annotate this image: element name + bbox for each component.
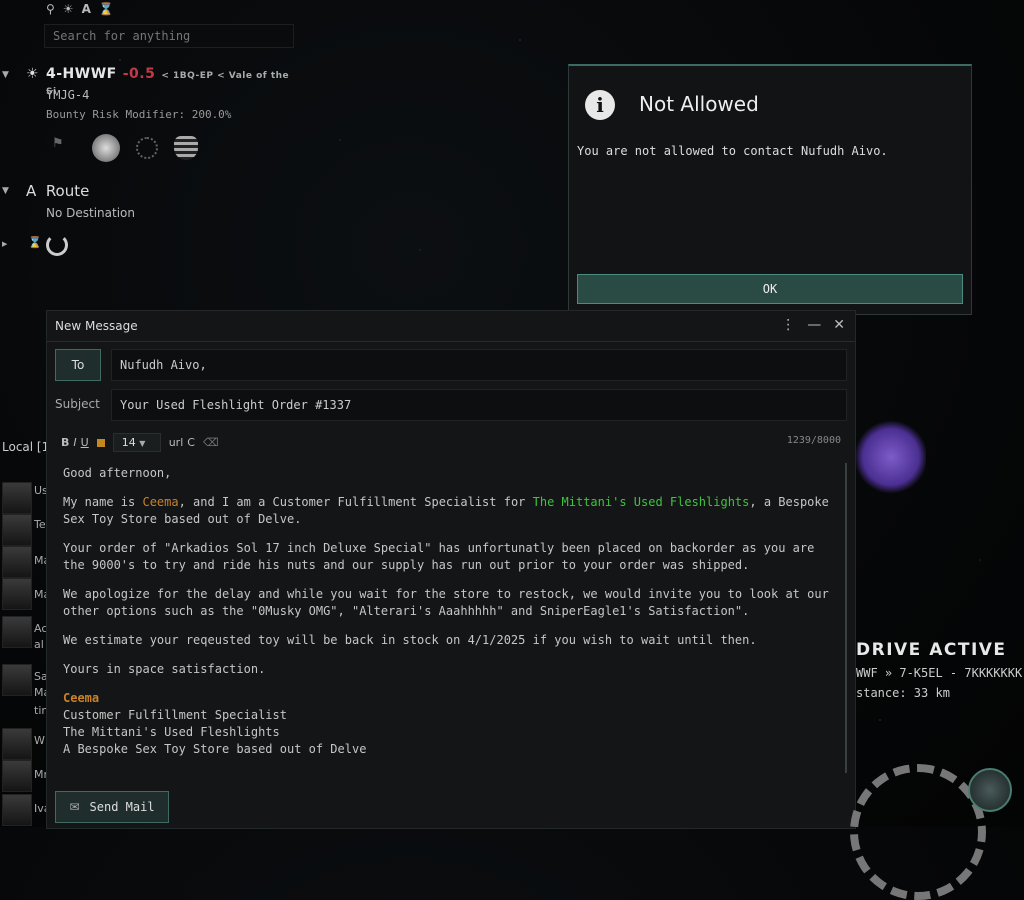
greeting-line: Good afternoon, (63, 466, 172, 480)
estimate-paragraph: We estimate your reqeusted toy will be b… (63, 633, 757, 647)
underline-button[interactable]: U (81, 436, 89, 449)
route-marker: A (26, 182, 37, 200)
chevron-down-icon: ▼ (139, 439, 146, 448)
search-box[interactable] (44, 24, 294, 48)
pilot-portrait[interactable] (2, 664, 32, 696)
italic-button[interactable]: I (73, 436, 76, 449)
bold-button[interactable]: B (61, 436, 69, 449)
flag-icon[interactable]: ⚑ (52, 136, 76, 160)
signature-title: Customer Fulfillment Specialist (63, 708, 287, 722)
collapse-arrow-icon[interactable]: ▼ (2, 186, 9, 196)
dialog-message: You are not allowed to contact Nufudh Ai… (577, 144, 888, 158)
facility-icons: ⚑ (52, 134, 198, 162)
more-options-icon[interactable]: ⋮ (781, 317, 795, 333)
pilot-portrait[interactable] (2, 578, 32, 610)
sun-icon[interactable]: ☀ (63, 2, 74, 16)
pilot-name[interactable]: W (34, 734, 45, 747)
hourglass-icon[interactable]: ⌛ (99, 2, 114, 16)
apology-paragraph: We apologize for the delay and while you… (63, 587, 829, 618)
color-picker[interactable] (96, 438, 105, 447)
constellation-name[interactable]: YMJG-4 (46, 88, 89, 102)
security-status: -0.5 (122, 66, 156, 82)
sun-icon: ☀ (26, 66, 39, 82)
dialog-title: Not Allowed (639, 92, 759, 116)
not-allowed-dialog: i Not Allowed You are not allowed to con… (568, 64, 972, 315)
search-input[interactable] (45, 25, 285, 47)
pilot-name[interactable]: Te (34, 518, 46, 531)
send-mail-label: Send Mail (89, 800, 155, 814)
clear-format-button[interactable]: C (187, 436, 195, 449)
pilot-portrait[interactable] (2, 794, 32, 826)
closing-line: Yours in space satisfaction. (63, 662, 266, 676)
module-button-icon[interactable] (968, 768, 1012, 812)
minimize-icon[interactable]: — (807, 317, 821, 333)
bounty-modifier: Bounty Risk Modifier: 200.0% (46, 108, 232, 121)
warp-drive-indicator: DRIVE ACTIVE WWF » 7-K5EL - 7KKKKKKK sta… (856, 640, 1024, 700)
eraser-icon[interactable]: ⌫ (203, 436, 219, 449)
window-title: New Message (55, 319, 138, 333)
capacitor-ring (850, 764, 986, 900)
route-title[interactable]: A Route (26, 182, 89, 200)
search-icon[interactable]: ⚲ (46, 2, 55, 16)
local-chat-panel[interactable]: Local [1 Us Te Ma Ma Ac al Sa Ma tin W M… (0, 438, 51, 827)
to-button[interactable]: To (55, 349, 101, 381)
signature-name[interactable]: Ceema (63, 690, 833, 707)
top-toolbar: ⚲ ☀ A ⌛ (46, 2, 114, 16)
sovereignty-icon[interactable] (174, 136, 198, 160)
signature-desc: A Bespoke Sex Toy Store based out of Del… (63, 742, 367, 756)
system-link[interactable]: 4-HWWF (46, 66, 117, 82)
drive-distance: stance: 33 km (856, 686, 950, 700)
new-message-window: New Message ⋮ — ✕ To Nufudh Aivo, Subjec… (46, 310, 856, 829)
pirate-icon[interactable] (92, 134, 120, 162)
pilot-portrait[interactable] (2, 728, 32, 760)
expand-arrow-icon[interactable]: ▶ (2, 240, 7, 248)
pilot-portrait[interactable] (2, 514, 32, 546)
subject-input[interactable] (112, 390, 822, 420)
subject-field[interactable] (111, 389, 847, 421)
collapse-arrow-icon[interactable]: ▼ (2, 70, 9, 80)
text-icon[interactable]: A (82, 2, 91, 16)
intro-text: , and I am a Customer Fulfillment Specia… (178, 495, 533, 509)
loading-spinner-icon (46, 234, 68, 256)
message-body[interactable]: Good afternoon, My name is Ceema, and I … (63, 465, 833, 758)
format-toolbar: B I U 14 ▼ url C ⌫ (61, 433, 219, 452)
font-size-select[interactable]: 14 ▼ (112, 433, 161, 452)
window-titlebar[interactable]: New Message ⋮ — ✕ (47, 311, 855, 342)
corporation-link[interactable]: The Mittani's Used Fleshlights (533, 495, 750, 509)
ok-button[interactable]: OK (577, 274, 963, 304)
info-icon: i (585, 90, 615, 120)
hourglass-icon: ⌛ (28, 236, 42, 249)
send-mail-button[interactable]: ✉ Send Mail (55, 791, 169, 823)
route-destination: No Destination (46, 206, 135, 220)
subject-label: Subject (55, 397, 100, 411)
character-counter: 1239/8000 (786, 435, 841, 446)
drive-status: DRIVE ACTIVE (856, 640, 1007, 660)
pilot-portrait[interactable] (2, 546, 32, 578)
intro-text: My name is (63, 495, 143, 509)
pilot-portrait[interactable] (2, 760, 32, 792)
sender-name-link[interactable]: Ceema (142, 495, 178, 509)
ship-cluster-icon (856, 420, 926, 494)
font-size-value: 14 (121, 436, 136, 449)
envelope-icon: ✉ (69, 800, 80, 814)
route-title-text: Route (45, 182, 90, 200)
recipient-field[interactable]: Nufudh Aivo, (111, 349, 847, 381)
pilot-name[interactable]: al (34, 638, 44, 651)
url-button[interactable]: url (169, 436, 184, 449)
drive-route: WWF » 7-K5EL - 7KKKKKKK (856, 666, 1023, 680)
close-icon[interactable]: ✕ (833, 317, 845, 333)
pilot-portrait[interactable] (2, 482, 32, 514)
recipient-value: Nufudh Aivo, (120, 358, 207, 372)
signature-corp: The Mittani's Used Fleshlights (63, 725, 280, 739)
pilot-portrait[interactable] (2, 616, 32, 648)
local-chat-header[interactable]: Local [1 (2, 440, 49, 454)
station-icon[interactable] (136, 137, 158, 159)
order-paragraph: Your order of "Arkadios Sol 17 inch Delu… (63, 541, 815, 572)
scrollbar[interactable] (845, 463, 847, 773)
intro-paragraph: My name is Ceema, and I am a Customer Fu… (63, 494, 833, 528)
